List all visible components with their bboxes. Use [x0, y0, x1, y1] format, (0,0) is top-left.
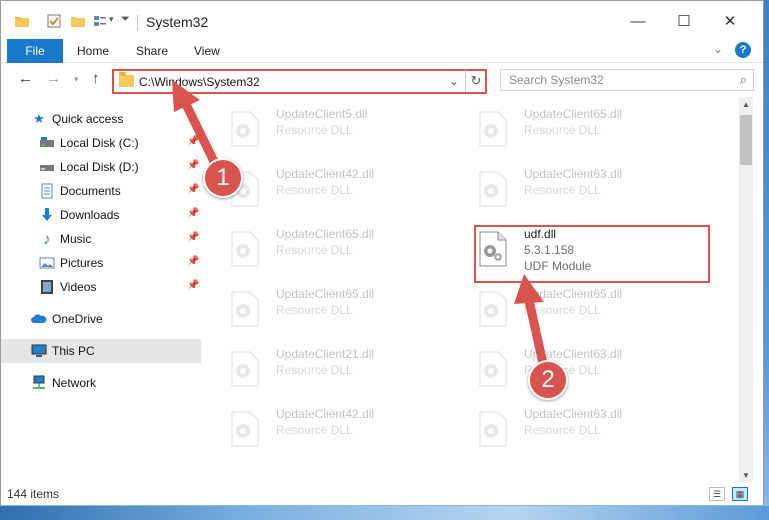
step-badge-1: 1 — [203, 158, 243, 198]
annotation-arrows — [172, 80, 549, 373]
arrow-step-2 — [514, 274, 549, 373]
step-badge-2: 2 — [528, 360, 568, 400]
desktop-background — [0, 506, 769, 520]
